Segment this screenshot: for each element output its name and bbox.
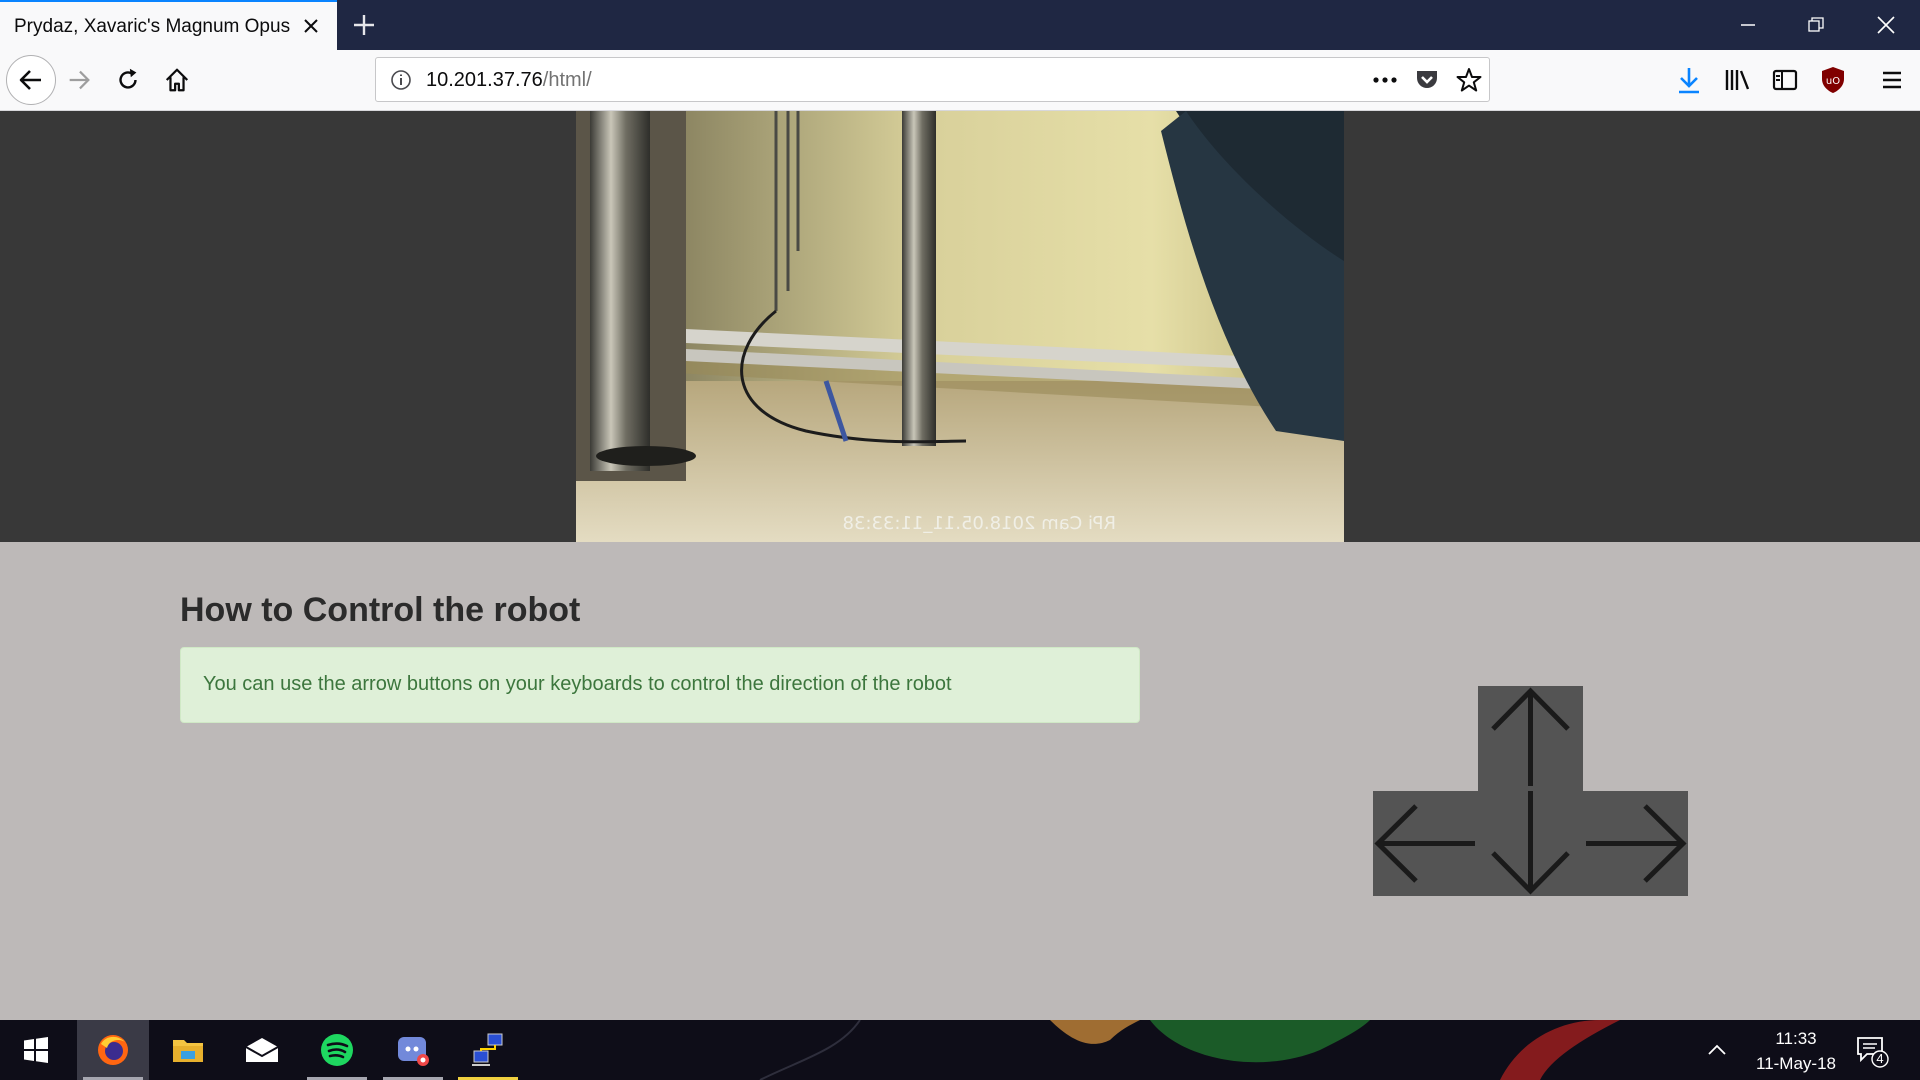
back-button[interactable] [6, 55, 56, 105]
start-button[interactable] [0, 1020, 72, 1080]
action-center-button[interactable]: 4 [1855, 1034, 1889, 1068]
home-button[interactable] [162, 65, 192, 95]
reload-icon [119, 68, 137, 89]
navigation-toolbar: 10.201.37.76/html/ uO [0, 50, 1920, 111]
taskbar-clock[interactable]: 11:33 11-May-18 [1756, 1026, 1836, 1076]
discord-icon [398, 1037, 429, 1066]
restore-icon [1808, 17, 1824, 32]
reload-button[interactable] [113, 65, 143, 95]
taskbar-firefox[interactable] [77, 1020, 149, 1080]
library-icon [1725, 70, 1750, 90]
spotify-icon [321, 1034, 353, 1066]
forward-button[interactable] [64, 65, 94, 95]
page-content: RPi Cam 2018.05.11_11:33:38 How to Contr… [0, 111, 1920, 1020]
restore-button[interactable] [1782, 0, 1850, 50]
video-section: RPi Cam 2018.05.11_11:33:38 [0, 111, 1920, 542]
menu-button[interactable] [1877, 65, 1907, 95]
taskbar-network-app[interactable] [452, 1020, 524, 1080]
instructions-text: You can use the arrow buttons on your ke… [203, 673, 952, 695]
close-window-button[interactable] [1852, 0, 1920, 50]
pocket-icon[interactable] [1414, 67, 1440, 93]
browser-titlebar: Prydaz, Xavaric's Magnum Opus [0, 0, 1920, 50]
url-host: 10.201.37.76 [426, 69, 543, 91]
show-hidden-icons-chevron-up-icon[interactable] [1705, 1040, 1729, 1060]
sidebar-icon [1772, 69, 1798, 91]
instructions-alert: You can use the arrow buttons on your ke… [180, 647, 1140, 723]
url-path: /html/ [542, 69, 592, 91]
minimize-icon [1741, 24, 1755, 26]
svg-text:uO: uO [1826, 76, 1840, 87]
windows-taskbar: 11:33 11-May-18 4 [0, 1020, 1920, 1080]
bookmark-star-icon[interactable] [1455, 66, 1483, 94]
forward-arrow-icon [69, 70, 90, 90]
right-arrow-icon [1586, 804, 1687, 883]
ublock-shield-icon: uO [1822, 67, 1844, 93]
site-info-icon[interactable] [390, 69, 412, 91]
camera-timestamp-overlay: RPi Cam 2018.05.11_11:33:38 [842, 513, 1116, 534]
taskbar-discord[interactable] [377, 1020, 449, 1080]
minimize-button[interactable] [1714, 0, 1782, 50]
mail-icon [245, 1038, 279, 1062]
up-arrow-key[interactable] [1478, 686, 1583, 791]
right-arrow-key[interactable] [1583, 791, 1688, 896]
taskbar-spotify[interactable] [301, 1020, 373, 1080]
page-actions-icon[interactable] [1371, 70, 1399, 90]
hamburger-menu-icon [1883, 71, 1901, 89]
folder-icon [173, 1040, 203, 1062]
ublock-button[interactable]: uO [1818, 65, 1848, 95]
camera-image [576, 111, 1344, 542]
up-arrow-icon [1491, 687, 1570, 786]
library-button[interactable] [1722, 65, 1752, 95]
windows-logo-icon [24, 1037, 48, 1063]
new-tab-icon[interactable] [347, 8, 381, 42]
down-arrow-key[interactable] [1478, 791, 1583, 896]
left-arrow-icon [1374, 804, 1475, 883]
clock-date: 11-May-18 [1756, 1054, 1836, 1073]
taskbar-mail[interactable] [226, 1020, 298, 1080]
url-bar[interactable]: 10.201.37.76/html/ [375, 57, 1490, 102]
downloads-button[interactable] [1674, 65, 1704, 95]
notification-count: 4 [1876, 1051, 1884, 1066]
camera-feed: RPi Cam 2018.05.11_11:33:38 [576, 111, 1344, 542]
browser-tab[interactable]: Prydaz, Xavaric's Magnum Opus [0, 0, 337, 50]
sidebar-button[interactable] [1770, 65, 1800, 95]
clock-time: 11:33 [1775, 1029, 1817, 1048]
page-heading: How to Control the robot [180, 591, 581, 629]
down-arrow-icon [1491, 791, 1570, 895]
network-computers-icon [472, 1033, 503, 1066]
download-icon [1679, 68, 1699, 94]
url-text[interactable]: 10.201.37.76/html/ [426, 69, 592, 92]
close-tab-icon[interactable] [299, 14, 323, 38]
tab-title: Prydaz, Xavaric's Magnum Opus [14, 16, 291, 37]
firefox-icon [98, 1035, 128, 1065]
close-window-icon [1877, 16, 1895, 34]
home-icon [165, 68, 189, 92]
back-arrow-icon [19, 70, 41, 90]
left-arrow-key[interactable] [1373, 791, 1478, 896]
taskbar-file-explorer[interactable] [152, 1020, 224, 1080]
